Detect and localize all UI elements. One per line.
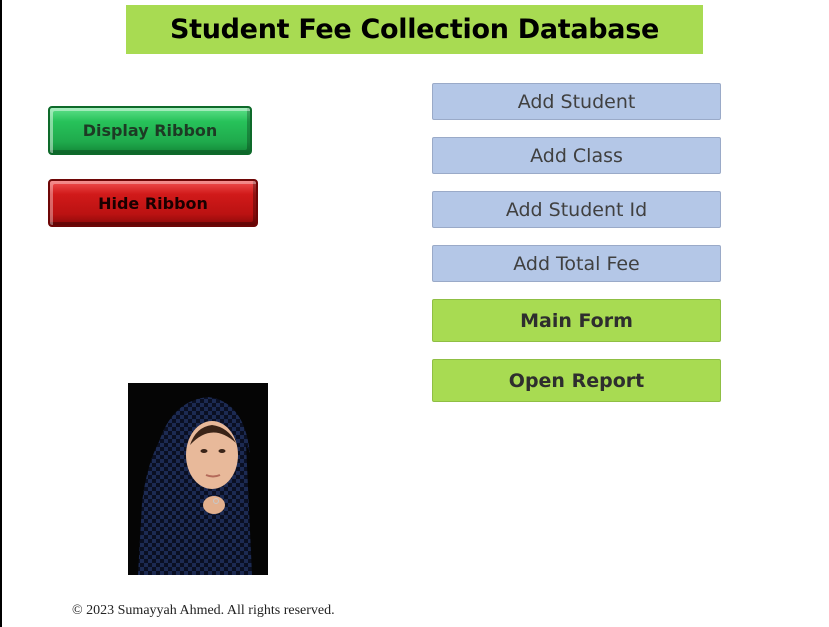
add-student-button[interactable]: Add Student (432, 83, 721, 120)
page-title: Student Fee Collection Database (126, 5, 703, 54)
add-total-fee-button[interactable]: Add Total Fee (432, 245, 721, 282)
open-report-button[interactable]: Open Report (432, 359, 721, 402)
add-class-button[interactable]: Add Class (432, 137, 721, 174)
display-ribbon-button[interactable]: Display Ribbon (48, 106, 252, 155)
add-student-id-button[interactable]: Add Student Id (432, 191, 721, 228)
main-form-button[interactable]: Main Form (432, 299, 721, 342)
copyright-footer: © 2023 Sumayyah Ahmed. All rights reserv… (72, 603, 335, 618)
hide-ribbon-button[interactable]: Hide Ribbon (48, 179, 258, 227)
student-photo (128, 383, 268, 575)
sheet-left-border (0, 0, 2, 627)
